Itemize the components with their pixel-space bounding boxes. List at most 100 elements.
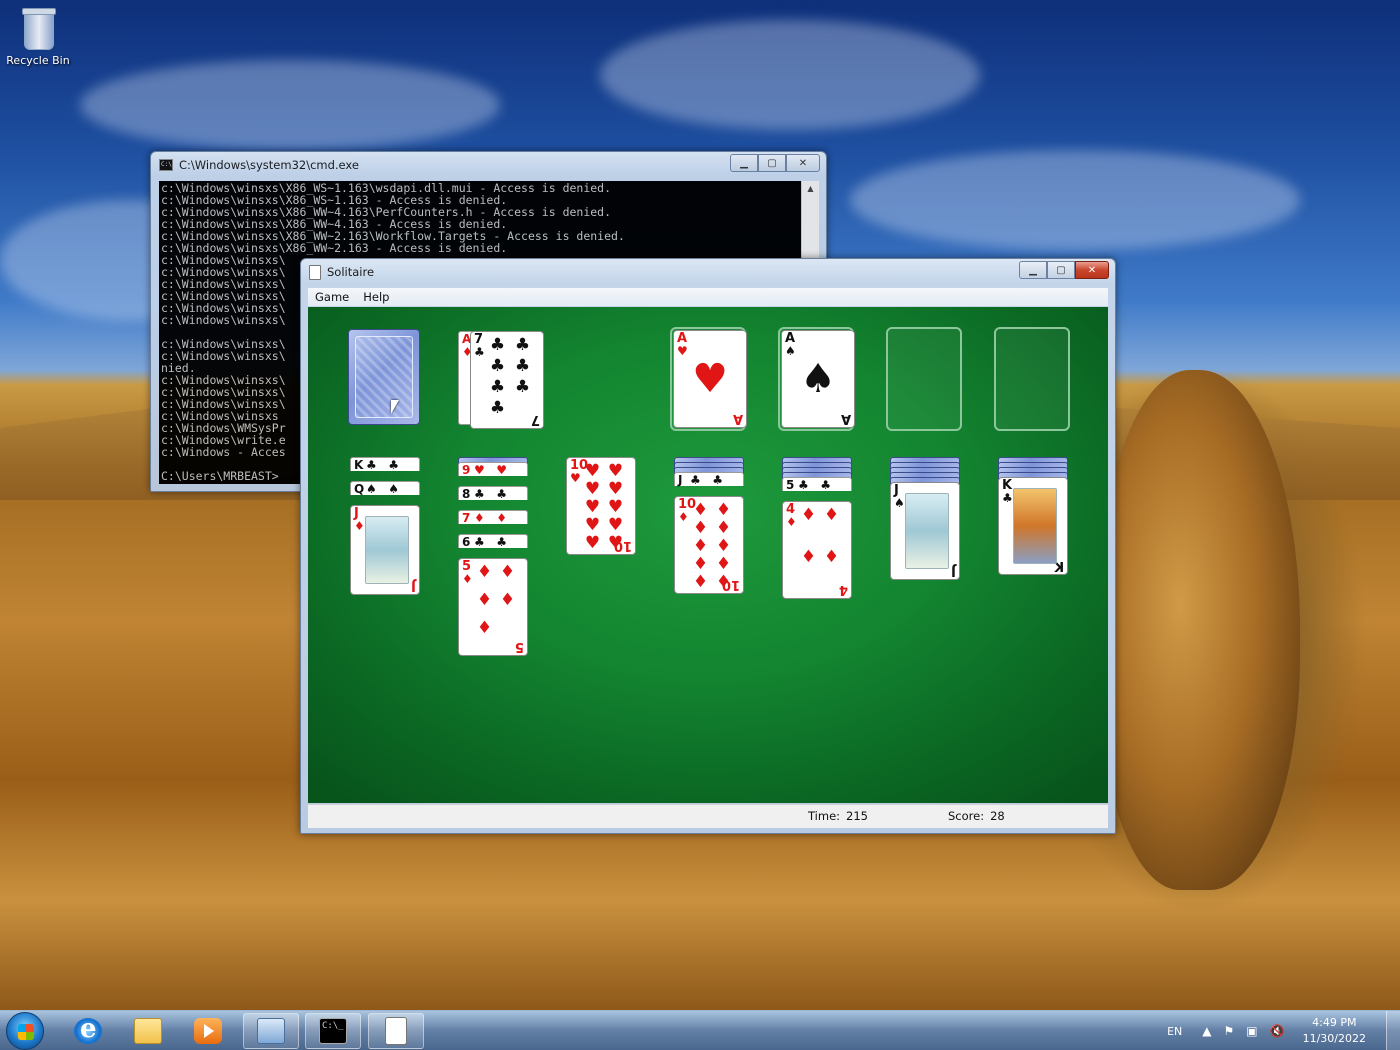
- card-pip: ♣: [514, 377, 531, 397]
- card-rank: J: [678, 473, 683, 487]
- maximize-button[interactable]: ▢: [1047, 261, 1075, 279]
- card-suit: ♠: [366, 482, 377, 496]
- taskbar-media-player[interactable]: [180, 1013, 236, 1049]
- foundation-slot[interactable]: [994, 327, 1070, 431]
- taskbar-windows-explorer[interactable]: [120, 1013, 176, 1049]
- solitaire-window-title: Solitaire: [327, 265, 375, 279]
- stock-pile[interactable]: [348, 329, 420, 425]
- action-center-flag-icon[interactable]: ⚑: [1224, 1024, 1235, 1038]
- card-suit: ♦: [354, 519, 365, 533]
- card-suit: ♠: [388, 482, 399, 496]
- card-pip: ♦: [800, 547, 817, 567]
- tableau-card-partial[interactable]: 5 ♣ ♣: [782, 477, 852, 492]
- card-pip: ♦: [715, 500, 732, 520]
- card-pip: ♥: [584, 479, 601, 499]
- tableau-card-partial[interactable]: 9 ♥ ♥: [458, 462, 528, 477]
- tableau-card-partial[interactable]: Q ♠ ♠: [350, 481, 420, 496]
- desktop-icon-recycle-bin[interactable]: Recycle Bin: [4, 6, 72, 67]
- menu-help[interactable]: Help: [356, 290, 396, 304]
- waste-card-top[interactable]: 7 ♣ 7 ♣ ♣ ♣ ♣ ♣ ♣ ♣: [470, 331, 544, 429]
- cloud: [80, 60, 500, 150]
- card-suit: ♦: [462, 572, 473, 586]
- menu-bar: Game Help: [308, 288, 1108, 306]
- foundation-slot[interactable]: [886, 327, 962, 431]
- card-pip: ♦: [715, 572, 732, 592]
- internet-explorer-icon: [74, 1014, 102, 1044]
- face-card-art: [905, 493, 949, 569]
- taskbar-solitaire[interactable]: [368, 1013, 424, 1049]
- face-card-art: [365, 516, 409, 584]
- tableau-card-partial[interactable]: 6 ♣ ♣: [458, 534, 528, 549]
- clock[interactable]: 4:49 PM 11/30/2022: [1303, 1015, 1366, 1047]
- tableau-card-partial[interactable]: 7 ♦ ♦: [458, 510, 528, 525]
- time-label: Time:: [808, 809, 841, 823]
- tableau-card-partial[interactable]: K ♣ ♣: [350, 457, 420, 472]
- start-button[interactable]: [6, 1012, 44, 1050]
- card-pip: ♣: [489, 335, 506, 355]
- desktop-icon-label: Recycle Bin: [6, 54, 70, 67]
- card-pip: ♥: [584, 497, 601, 517]
- card-pip: ♠: [800, 356, 836, 402]
- card-suit: ♥: [474, 463, 485, 477]
- show-hidden-icons-icon[interactable]: ▲: [1202, 1024, 1211, 1038]
- card-suit: ♣: [474, 535, 485, 549]
- tableau-card[interactable]: K ♣ K: [998, 477, 1068, 575]
- tableau-card[interactable]: J ♦ J: [350, 505, 420, 595]
- taskbar-cmd[interactable]: C:\_: [305, 1013, 361, 1049]
- card-rank: K: [354, 458, 364, 472]
- card-pip: ♥: [692, 356, 728, 402]
- card-pip: ♣: [514, 335, 531, 355]
- card-pip: ♦: [715, 554, 732, 574]
- card-pip: ♥: [607, 497, 624, 517]
- card-suit: ♥: [570, 471, 581, 485]
- tableau-card-partial[interactable]: J ♣ ♣: [674, 472, 744, 487]
- foundation-card[interactable]: A ♠ A ♠: [781, 330, 855, 428]
- minimize-button[interactable]: ▁: [730, 154, 758, 172]
- tableau-card[interactable]: 4 ♦ 4 ♦ ♦ ♦ ♦: [782, 501, 852, 599]
- card-pip: ♦: [499, 562, 516, 582]
- solitaire-window[interactable]: Solitaire ▁ ▢ ✕ Game Help A ♦ 7 ♣ 7 ♣ ♣ ♣ ♣ ♣ ♣ ♣ A ♥…: [300, 258, 1116, 834]
- card-suit: ♣: [474, 345, 485, 359]
- minimize-button[interactable]: ▁: [1019, 261, 1047, 279]
- language-indicator[interactable]: EN: [1167, 1025, 1182, 1038]
- card-pips: ♣ ♣ ♣ ♣ ♣ ♣ ♣: [485, 336, 535, 420]
- network-icon[interactable]: ▣: [1246, 1024, 1257, 1038]
- taskbar-internet-explorer[interactable]: [60, 1013, 116, 1049]
- taskbar-remote-desktop[interactable]: [243, 1013, 299, 1049]
- media-player-icon: [194, 1018, 222, 1044]
- card-pips: ♦ ♦ ♦ ♦: [797, 506, 843, 590]
- card-rank-bottom: A: [840, 411, 851, 426]
- score-label: Score:: [948, 809, 985, 823]
- solitaire-titlebar[interactable]: Solitaire: [301, 259, 1115, 285]
- tableau-card[interactable]: 10 ♥ 10 ♥ ♥ ♥ ♥ ♥ ♥ ♥ ♥ ♥ ♥: [566, 457, 636, 555]
- card-pip: ♥: [607, 533, 624, 553]
- time-display: Time: 215: [808, 809, 868, 823]
- menu-game[interactable]: Game: [308, 290, 356, 304]
- card-suit: ♣: [820, 478, 831, 492]
- volume-muted-icon[interactable]: 🔇: [1270, 1024, 1285, 1038]
- clock-time: 4:49 PM: [1312, 1016, 1357, 1029]
- card-pip: ♥: [607, 479, 624, 499]
- show-desktop-button[interactable]: [1386, 1011, 1400, 1050]
- card-suit: ♦: [678, 510, 689, 524]
- system-tray: EN ▲ ⚑ ▣ 🔇 4:49 PM 11/30/2022: [1167, 1011, 1400, 1050]
- tableau-card-partial[interactable]: 8 ♣ ♣: [458, 486, 528, 501]
- recycle-bin-icon: [21, 6, 56, 50]
- cloud: [600, 20, 980, 130]
- tableau-card[interactable]: 10 ♦ 10 ♦ ♦ ♦ ♦ ♦ ♦ ♦ ♦ ♦ ♦: [674, 496, 744, 594]
- tableau-card[interactable]: J ♠ J: [890, 482, 960, 580]
- tableau-card[interactable]: 5 ♦ 5 ♦ ♦ ♦ ♦ ♦: [458, 558, 528, 656]
- foundation-card[interactable]: A ♥ A ♥: [673, 330, 747, 428]
- cmd-titlebar[interactable]: C:\ C:\Windows\system32\cmd.exe: [151, 152, 826, 178]
- maximize-button[interactable]: ▢: [758, 154, 786, 172]
- card-rank-bottom: J: [411, 578, 416, 593]
- close-button[interactable]: ✕: [1075, 261, 1109, 279]
- scroll-up-icon[interactable]: ▲: [802, 181, 819, 197]
- card-pips: ♦ ♦ ♦ ♦ ♦: [473, 563, 519, 647]
- card-rank-bottom: A: [732, 411, 743, 426]
- score-value: 28: [990, 809, 1005, 823]
- card-suit: ♣: [496, 487, 507, 501]
- time-value: 215: [846, 809, 868, 823]
- cmd-window-title: C:\Windows\system32\cmd.exe: [179, 158, 359, 172]
- close-button[interactable]: ✕: [786, 154, 820, 172]
